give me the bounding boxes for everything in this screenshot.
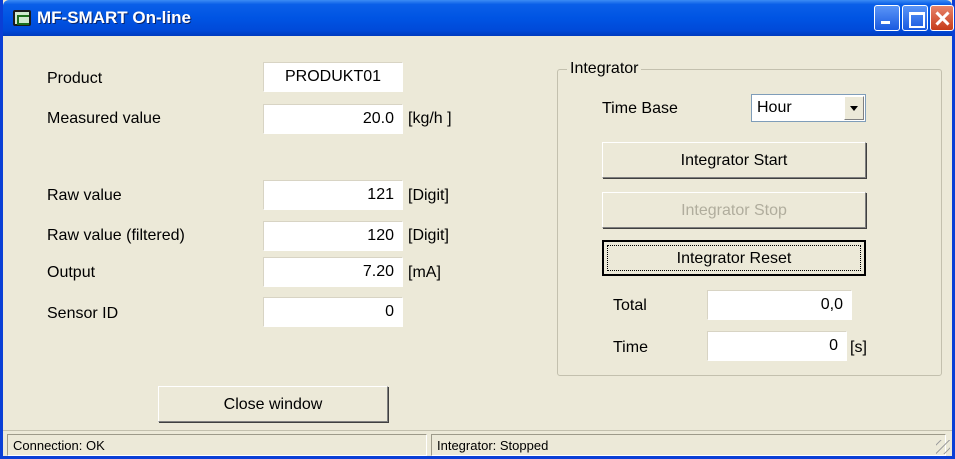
integrator-status: Integrator: Stopped [431, 434, 946, 456]
raw-value-field[interactable]: 121 [263, 180, 403, 210]
time-base-value: Hour [757, 99, 792, 116]
total-label: Total [613, 297, 647, 314]
main-window: MF-SMART On-line Product PRODUKT01 Measu… [0, 0, 955, 459]
connection-status: Connection: OK [7, 434, 427, 456]
integrator-start-button[interactable]: Integrator Start [602, 142, 866, 178]
raw-filtered-field[interactable]: 120 [263, 221, 403, 251]
total-field[interactable]: 0,0 [707, 290, 852, 320]
measured-value-label: Measured value [47, 110, 161, 127]
app-icon[interactable] [13, 10, 31, 26]
time-unit: [s] [850, 339, 867, 356]
measured-value-unit: [kg/h ] [408, 110, 452, 127]
sensor-id-label: Sensor ID [47, 305, 119, 322]
size-grip-icon[interactable] [936, 440, 950, 454]
time-field[interactable]: 0 [707, 331, 847, 361]
dropdown-arrow-icon[interactable] [844, 96, 864, 120]
window-title: MF-SMART On-line [37, 8, 191, 27]
sensor-id-field[interactable]: 0 [263, 297, 403, 327]
raw-value-label: Raw value [47, 187, 122, 204]
raw-filtered-label: Raw value (filtered) [47, 227, 185, 244]
output-field[interactable]: 7.20 [263, 257, 403, 287]
integrator-reset-button[interactable]: Integrator Reset [602, 240, 866, 276]
output-label: Output [47, 264, 96, 281]
raw-value-unit: [Digit] [408, 187, 449, 204]
focus-rectangle [607, 245, 861, 271]
time-base-label: Time Base [602, 100, 678, 117]
integrator-stop-button[interactable]: Integrator Stop [602, 192, 866, 228]
time-base-select[interactable]: Hour [751, 94, 866, 122]
integrator-group-title: Integrator [567, 60, 642, 78]
maximize-button[interactable] [902, 5, 928, 31]
title-bar[interactable]: MF-SMART On-line [3, 0, 954, 36]
close-window-button[interactable]: Close window [158, 386, 388, 422]
measured-value-field[interactable]: 20.0 [263, 104, 403, 134]
close-window-title-button[interactable] [930, 5, 954, 31]
time-label: Time [613, 339, 648, 356]
product-field[interactable]: PRODUKT01 [263, 62, 403, 92]
minimize-button[interactable] [874, 5, 900, 31]
product-label: Product [47, 70, 103, 87]
status-bar: Connection: OK Integrator: Stopped [3, 430, 952, 456]
raw-filtered-unit: [Digit] [408, 227, 449, 244]
output-unit: [mA] [408, 264, 441, 281]
